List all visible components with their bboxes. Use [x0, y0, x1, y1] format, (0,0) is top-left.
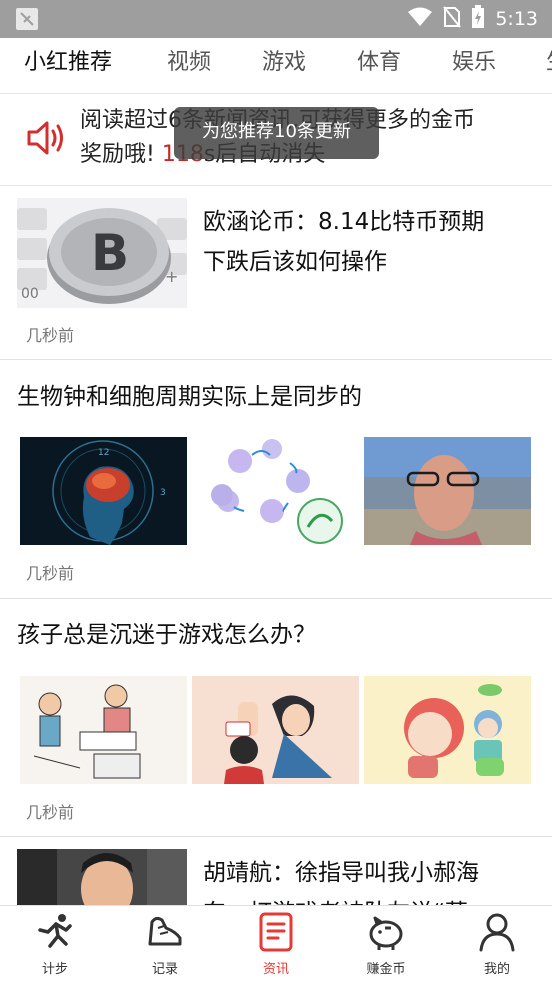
no-sim-icon [443, 6, 462, 32]
svg-text:12: 12 [98, 448, 109, 458]
news-icon [257, 912, 295, 952]
nav-label: 计步 [41, 962, 68, 977]
status-bar: 5:13 [0, 0, 552, 38]
nav-label: 我的 [483, 962, 510, 977]
tab-games[interactable]: 游戏 [262, 38, 306, 93]
nav-label: 记录 [151, 962, 178, 977]
article-title-line-1: 欧涵论币：8.14比特币预期 [203, 209, 485, 235]
divider [0, 598, 552, 599]
wifi-icon [407, 7, 433, 31]
person-icon [478, 912, 516, 952]
clock: 5:13 [495, 8, 538, 30]
notice-prefix: 奖励哦! [80, 142, 162, 167]
tab-sports[interactable]: 体育 [357, 38, 401, 93]
svg-text:+: + [165, 267, 178, 286]
nav-label: 资讯 [262, 962, 289, 977]
article-time: 几秒前 [26, 803, 75, 822]
running-icon [36, 912, 74, 952]
article-thumbnail[interactable] [364, 437, 531, 545]
article-thumbnail[interactable] [364, 676, 531, 784]
nav-earn-coins[interactable]: 赚金币 [331, 906, 441, 981]
article-title-line-1: 胡靖航：徐指导叫我小郝海 [203, 860, 479, 886]
article-thumbnail[interactable] [192, 437, 359, 545]
article-title[interactable]: 孩子总是沉迷于游戏怎么办？ [17, 615, 537, 655]
piggy-bank-icon [367, 912, 405, 952]
app-notification-icon [16, 8, 38, 30]
svg-text:3: 3 [160, 488, 166, 498]
article-thumbnail[interactable]: B 00 + [17, 198, 187, 308]
article-title[interactable]: 生物钟和细胞周期实际上是同步的 [17, 377, 537, 417]
article-thumbnail[interactable]: 12 3 [20, 437, 187, 545]
article-time: 几秒前 [26, 326, 75, 345]
speaker-icon [26, 118, 68, 162]
tab-recommended[interactable]: 小红推荐 [24, 38, 112, 93]
nav-records[interactable]: 记录 [110, 906, 220, 981]
svg-text:00: 00 [21, 286, 39, 302]
svg-text:B: B [91, 224, 129, 282]
tab-video[interactable]: 视频 [167, 38, 211, 93]
category-tabs: 小红推荐 视频 游戏 体育 娱乐 生 [0, 38, 552, 94]
nav-profile[interactable]: 我的 [442, 906, 552, 981]
nav-news[interactable]: 资讯 [221, 906, 331, 981]
shoe-icon [146, 912, 184, 952]
update-toast: 为您推荐10条更新 [174, 107, 379, 159]
article-title-line-2: 下跌后该如何操作 [203, 249, 387, 275]
article-thumbnail[interactable] [192, 676, 359, 784]
divider [0, 836, 552, 837]
article-time: 几秒前 [26, 564, 75, 583]
article-thumbnail[interactable] [17, 849, 187, 909]
nav-step-counter[interactable]: 计步 [0, 906, 110, 981]
bottom-navigation: 计步 记录 资讯 赚金币 我的 [0, 905, 552, 981]
article-thumbnail[interactable] [20, 676, 187, 784]
battery-charging-icon [471, 5, 485, 33]
nav-label: 赚金币 [366, 962, 406, 977]
divider [0, 359, 552, 360]
tab-entertainment[interactable]: 娱乐 [452, 38, 496, 93]
article-title[interactable]: 欧涵论币：8.14比特币预期 下跌后该如何操作 [203, 202, 543, 282]
tab-life[interactable]: 生 [546, 38, 552, 93]
